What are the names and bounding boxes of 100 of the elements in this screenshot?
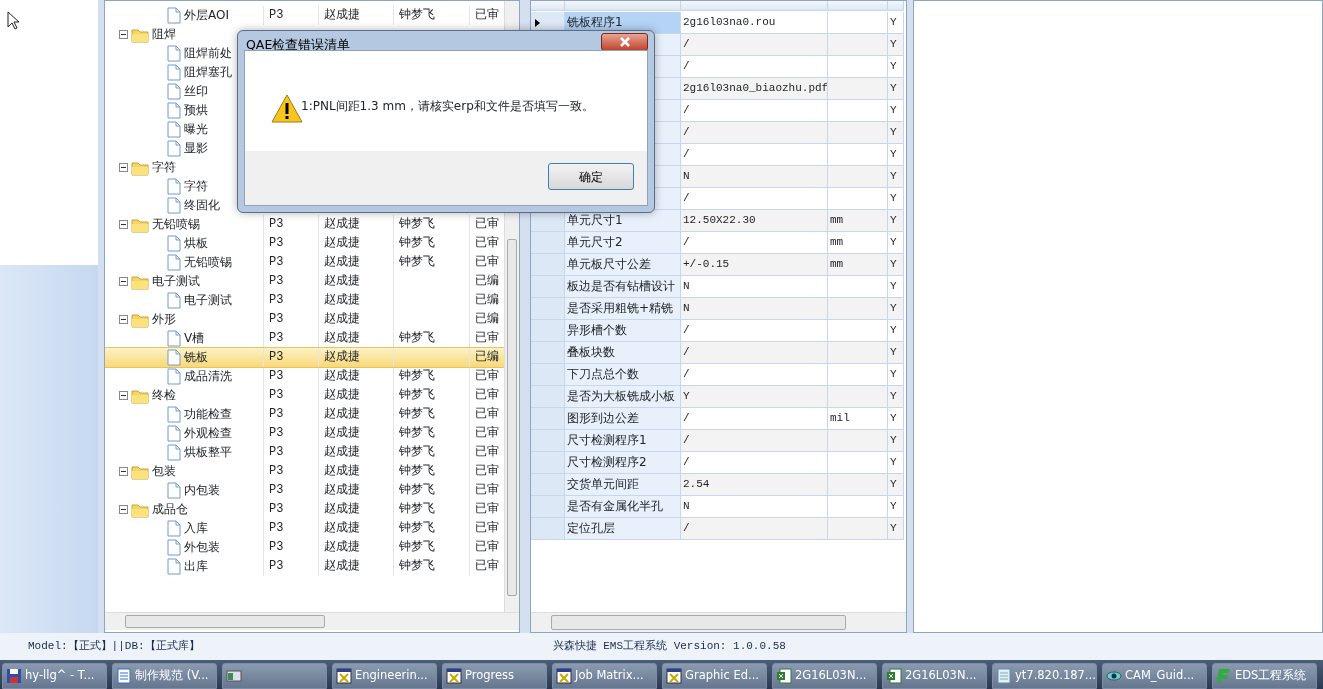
folder-icon [131,216,149,233]
taskbar-button[interactable]: Progress [442,663,547,689]
file-icon [167,330,181,347]
tree-item-label[interactable]: 阻焊 [152,25,176,44]
taskbar-button[interactable]: 制作规范 (V... [112,663,217,689]
tree-item-label[interactable]: 电子测试 [184,291,232,310]
field-label[interactable]: 下刀点总个数 [565,364,681,386]
selected-row[interactable]: 铣板 P3 赵成捷 已编 [105,348,504,367]
taskbar-button[interactable]: Job Matrix... [552,663,657,689]
collapse-icon[interactable] [119,163,128,172]
splitter[interactable] [907,0,913,633]
table-cell: Y [888,342,904,364]
table-cell: 赵成捷 [318,557,393,576]
table-cell [828,34,888,56]
tree-item-label[interactable]: 丝印 [184,82,208,101]
collapse-icon[interactable] [119,467,128,476]
tree-item-label[interactable]: 阻焊前处 [184,44,232,63]
field-label[interactable]: 尺寸检测程序1 [565,430,681,452]
tree-item-label[interactable]: 外包装 [184,538,220,557]
field-label[interactable]: 交货单元间距 [565,474,681,496]
table-cell: 赵成捷 [318,424,393,443]
collapse-icon[interactable] [119,277,128,286]
tree-item-label[interactable]: 内包装 [184,481,220,500]
taskbar-button[interactable]: 2G16L03N... [882,663,987,689]
table-cell: P3 [263,367,318,386]
file-icon [167,235,181,252]
tree-item-label[interactable]: 字符 [152,158,176,177]
taskbar-button[interactable]: yt7.820.187... [992,663,1097,689]
field-label[interactable]: 单元尺寸2 [565,232,681,254]
tree-item-label[interactable]: 成品仓 [152,500,188,519]
tree-item-label[interactable]: 阻焊塞孔 [184,63,232,82]
scrollbar-thumb[interactable] [125,615,325,628]
field-label[interactable]: 是否为大板铣成小板 [565,386,681,408]
file-icon [167,349,181,366]
file-icon [167,368,181,385]
status-text: Model:【正式】||DB:【正式库】 [28,639,200,655]
warning-icon [271,94,303,123]
column-header[interactable] [681,1,828,11]
tree-item-label[interactable]: 终固化 [184,196,220,215]
tree-item-label[interactable]: 曝光 [184,120,208,139]
table-cell: P3 [263,462,318,481]
folder-icon [131,159,149,176]
tree-item-label[interactable]: 功能检查 [184,405,232,424]
field-label[interactable]: 是否有金属化半孔 [565,496,681,518]
ok-button[interactable]: 确定 [548,163,634,190]
tree-item-label[interactable]: V槽 [184,329,205,348]
tree-item-label[interactable]: 外层AOI [184,6,229,25]
field-label[interactable]: 板边是否有钻槽设计 [565,276,681,298]
taskbar-button[interactable] [222,663,327,689]
field-label[interactable]: 异形槽个数 [565,320,681,342]
splitter[interactable] [98,0,104,633]
tree-item-label[interactable]: 预烘 [184,101,208,120]
tree-item-label[interactable]: 终检 [152,386,176,405]
tree-item-label[interactable]: 字符 [184,177,208,196]
table-cell: 赵成捷 [318,348,393,367]
taskbar-button[interactable]: hy-llg^ - T... [2,663,107,689]
taskbar-button[interactable]: Engineerin... [332,663,437,689]
tree-item-label[interactable]: 电子测试 [152,272,200,291]
tree-item-label[interactable]: 外观检查 [184,424,232,443]
collapse-icon[interactable] [119,505,128,514]
scrollbar-thumb[interactable] [551,615,846,630]
table-cell: P3 [263,443,318,462]
table-cell: 赵成捷 [318,519,393,538]
app-window-icon [446,668,462,684]
table-cell: 赵成捷 [318,215,393,234]
field-label[interactable]: 是否采用粗铣+精铣 [565,298,681,320]
tree-item-label[interactable]: 入库 [184,519,208,538]
scrollbar-thumb[interactable] [507,239,517,596]
collapse-icon[interactable] [119,220,128,229]
table-cell: 钟梦飞 [393,557,469,576]
tree-item-label[interactable]: 显影 [184,139,208,158]
table-cell: 赵成捷 [318,291,393,310]
table-cell [828,166,888,188]
column-header[interactable] [888,1,904,11]
taskbar-button[interactable]: 2G16L03N... [772,663,877,689]
pointer-icon [7,11,19,30]
field-label[interactable]: 叠板块数 [565,342,681,364]
table-cell: / [681,430,828,452]
collapse-icon[interactable] [119,391,128,400]
field-label[interactable]: 尺寸检测程序2 [565,452,681,474]
collapse-icon[interactable] [119,30,128,39]
field-label[interactable]: 定位孔层 [565,518,681,540]
tree-item-label[interactable]: 无铅喷锡 [152,215,200,234]
tree-item-label[interactable]: 包装 [152,462,176,481]
tree-item-label[interactable]: 出库 [184,557,208,576]
field-label[interactable]: 单元板尺寸公差 [565,254,681,276]
field-label[interactable]: 图形到边公差 [565,408,681,430]
table-cell: P3 [263,481,318,500]
tree-item-label[interactable]: 成品清洗 [184,367,232,386]
tree-item-label[interactable]: 烘板 [184,234,208,253]
close-button[interactable] [601,33,648,51]
table-cell: 钟梦飞 [393,386,469,405]
taskbar-button[interactable]: CAM_Guid... [1102,663,1207,689]
table-cell: 赵成捷 [318,500,393,519]
column-header[interactable] [828,1,888,11]
collapse-icon[interactable] [119,315,128,324]
tree-item-label[interactable]: 烘板整平 [184,443,232,462]
tree-item-label[interactable]: 无铅喷锡 [184,253,232,272]
taskbar-button[interactable]: Graphic Ed... [662,663,767,689]
tree-item-label[interactable]: 外形 [152,310,176,329]
